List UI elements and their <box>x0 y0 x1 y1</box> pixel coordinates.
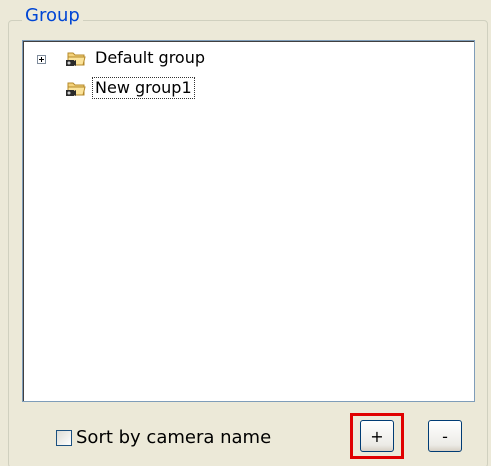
add-group-button[interactable]: + <box>360 420 394 452</box>
tree-node-label: New group1 <box>92 77 195 99</box>
remove-group-button[interactable]: - <box>428 420 462 452</box>
sort-by-camera-name-option[interactable]: Sort by camera name <box>56 427 271 448</box>
camera-folder-icon <box>65 78 87 98</box>
camera-folder-icon <box>65 48 87 68</box>
tree-node-label: Default group <box>95 48 206 67</box>
expand-icon[interactable] <box>37 55 46 64</box>
group-legend: Group <box>22 6 83 26</box>
sort-checkbox-label[interactable]: Sort by camera name <box>76 427 271 448</box>
tree-node-new-group1[interactable]: New group1 <box>65 77 195 99</box>
group-tree[interactable]: Default group New group1 <box>22 40 475 402</box>
group-panel: Group Default group New group1 Sort by c… <box>0 0 491 466</box>
tree-node-default-group[interactable]: Default group <box>65 47 207 69</box>
sort-checkbox[interactable] <box>56 429 72 446</box>
